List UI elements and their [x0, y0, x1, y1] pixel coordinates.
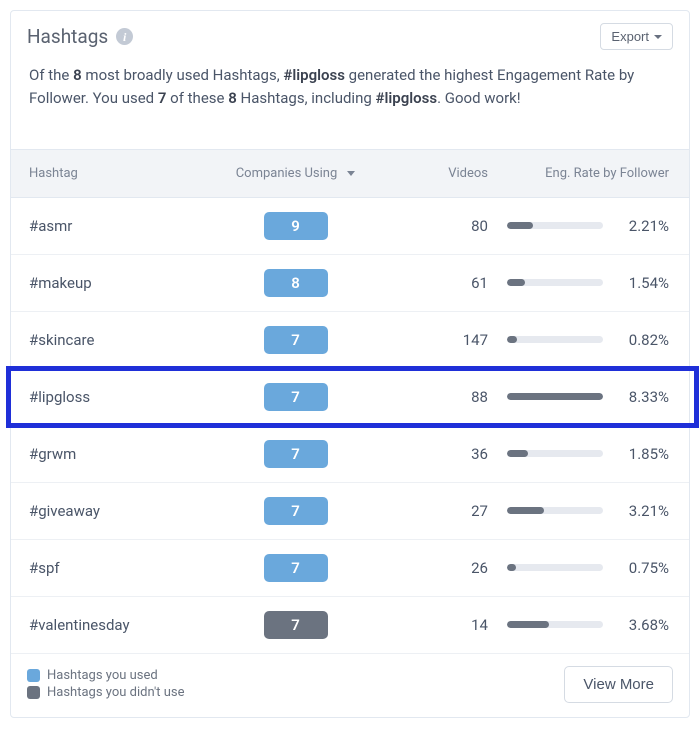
table-row[interactable]: #asmr 9 80 2.21% [11, 198, 689, 255]
hashtag-cell: #valentinesday [23, 616, 208, 634]
col-header-engagement[interactable]: Eng. Rate by Follower [488, 166, 677, 181]
videos-cell: 88 [383, 388, 488, 406]
legend-unused: Hashtags you didn't use [27, 685, 185, 700]
export-label: Export [611, 29, 649, 44]
videos-cell: 14 [383, 616, 488, 634]
engagement-cell: 3.68% [488, 616, 677, 634]
export-button[interactable]: Export [600, 23, 673, 50]
companies-cell: 7 [208, 497, 383, 525]
videos-cell: 61 [383, 274, 488, 292]
companies-pill: 7 [264, 383, 328, 411]
engagement-cell: 0.82% [488, 331, 677, 349]
engagement-bar-fill [507, 336, 517, 343]
summary-text: Of the 8 most broadly used Hashtags, #li… [11, 58, 689, 149]
engagement-cell: 3.21% [488, 502, 677, 520]
companies-cell: 7 [208, 326, 383, 354]
table-row[interactable]: #valentinesday 7 14 3.68% [11, 597, 689, 654]
engagement-bar [507, 393, 603, 400]
engagement-value: 0.75% [617, 559, 669, 577]
engagement-bar [507, 222, 603, 229]
companies-pill: 7 [264, 326, 328, 354]
engagement-bar [507, 621, 603, 628]
engagement-cell: 8.33% [488, 388, 677, 406]
engagement-value: 3.68% [617, 616, 669, 634]
videos-cell: 80 [383, 217, 488, 235]
table-row[interactable]: #spf 7 26 0.75% [11, 540, 689, 597]
legend: Hashtags you used Hashtags you didn't us… [27, 666, 185, 702]
engagement-value: 1.85% [617, 445, 669, 463]
companies-pill: 7 [264, 497, 328, 525]
engagement-bar-fill [507, 279, 525, 286]
col-header-videos[interactable]: Videos [383, 166, 488, 181]
title-wrap: Hashtags i [27, 25, 133, 48]
engagement-cell: 1.85% [488, 445, 677, 463]
engagement-value: 2.21% [617, 217, 669, 235]
engagement-bar [507, 450, 603, 457]
table-row[interactable]: #lipgloss 7 88 8.33% [11, 369, 689, 426]
companies-cell: 7 [208, 440, 383, 468]
engagement-bar-fill [507, 564, 516, 571]
companies-pill: 7 [264, 440, 328, 468]
engagement-value: 8.33% [617, 388, 669, 406]
table-header-row: Hashtag Companies Using Videos Eng. Rate… [11, 149, 689, 198]
engagement-bar [507, 507, 603, 514]
swatch-used-icon [27, 669, 40, 682]
table-row[interactable]: #skincare 7 147 0.82% [11, 312, 689, 369]
companies-cell: 8 [208, 269, 383, 297]
legend-used: Hashtags you used [27, 668, 185, 683]
info-icon[interactable]: i [116, 28, 133, 45]
hashtag-cell: #grwm [23, 445, 208, 463]
engagement-bar [507, 564, 603, 571]
panel-footer: Hashtags you used Hashtags you didn't us… [11, 654, 689, 717]
companies-cell: 7 [208, 554, 383, 582]
col-header-hashtag[interactable]: Hashtag [23, 166, 208, 181]
engagement-value: 3.21% [617, 502, 669, 520]
companies-cell: 9 [208, 212, 383, 240]
companies-pill: 7 [264, 554, 328, 582]
engagement-bar-fill [507, 507, 544, 514]
companies-pill: 9 [264, 212, 328, 240]
chevron-down-icon [654, 35, 662, 39]
table-row[interactable]: #makeup 8 61 1.54% [11, 255, 689, 312]
videos-cell: 26 [383, 559, 488, 577]
companies-cell: 7 [208, 383, 383, 411]
hashtags-panel: Hashtags i Export Of the 8 most broadly … [10, 10, 690, 718]
hashtag-cell: #asmr [23, 217, 208, 235]
companies-cell: 7 [208, 611, 383, 639]
companies-pill: 7 [264, 611, 328, 639]
hashtag-cell: #makeup [23, 274, 208, 292]
col-header-companies[interactable]: Companies Using [208, 166, 383, 181]
companies-pill: 8 [264, 269, 328, 297]
videos-cell: 27 [383, 502, 488, 520]
engagement-bar-fill [507, 621, 549, 628]
swatch-unused-icon [27, 686, 40, 699]
hashtag-cell: #spf [23, 559, 208, 577]
hashtag-cell: #lipgloss [23, 388, 208, 406]
videos-cell: 36 [383, 445, 488, 463]
hashtag-cell: #giveaway [23, 502, 208, 520]
panel-title: Hashtags [27, 25, 108, 48]
engagement-value: 1.54% [617, 274, 669, 292]
engagement-bar-fill [507, 393, 603, 400]
engagement-bar [507, 279, 603, 286]
table-row[interactable]: #giveaway 7 27 3.21% [11, 483, 689, 540]
sort-caret-icon [347, 171, 355, 176]
engagement-cell: 2.21% [488, 217, 677, 235]
engagement-bar-fill [507, 222, 533, 229]
videos-cell: 147 [383, 331, 488, 349]
view-more-button[interactable]: View More [564, 666, 673, 703]
panel-header: Hashtags i Export [11, 11, 689, 58]
engagement-cell: 0.75% [488, 559, 677, 577]
table-row[interactable]: #grwm 7 36 1.85% [11, 426, 689, 483]
hashtag-cell: #skincare [23, 331, 208, 349]
engagement-bar [507, 336, 603, 343]
engagement-cell: 1.54% [488, 274, 677, 292]
engagement-value: 0.82% [617, 331, 669, 349]
table-body: #asmr 9 80 2.21% #makeup 8 61 1.54% #skincare 7 14… [11, 198, 689, 654]
engagement-bar-fill [507, 450, 528, 457]
